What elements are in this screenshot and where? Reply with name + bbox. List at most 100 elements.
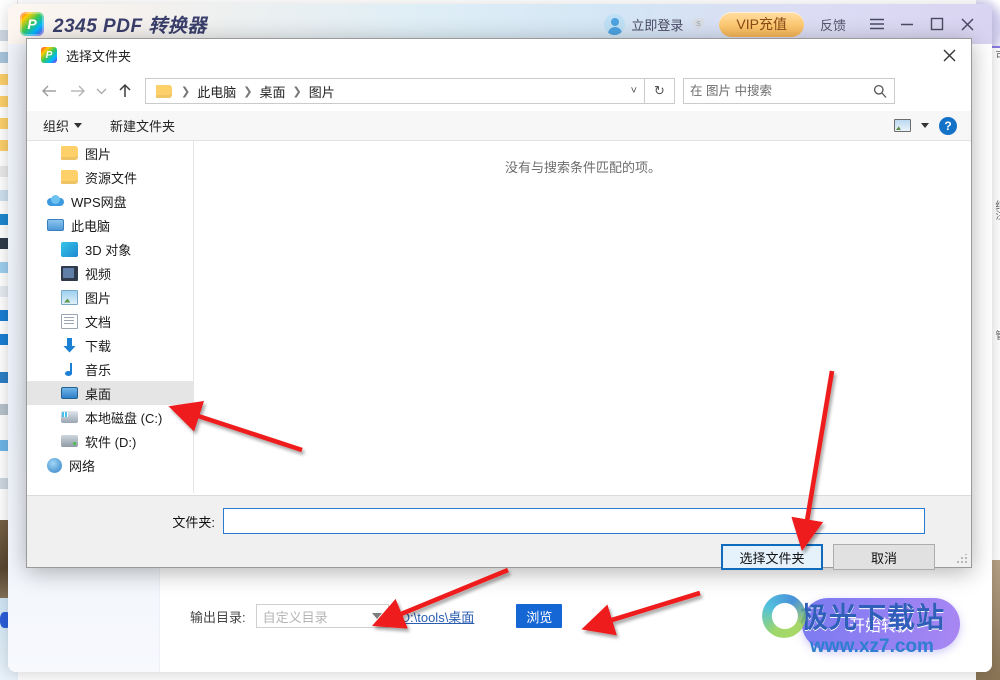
output-directory-label: 输出目录: xyxy=(190,609,246,625)
3d-objects-icon xyxy=(61,241,78,257)
tree-item-6[interactable]: 图片 xyxy=(27,285,193,309)
search-icon xyxy=(873,84,887,103)
local-disk-c-icon xyxy=(61,411,78,423)
tree-item-label: 本地磁盘 (C:) xyxy=(85,410,163,426)
breadcrumb-item-1[interactable]: 桌面 xyxy=(257,82,287,101)
view-options-chevron-down-icon[interactable] xyxy=(915,123,935,128)
screen: 可 结注 管 P 2345 PDF 转换器 立即登录 S VIP充值 反馈 输出… xyxy=(0,0,1000,680)
dialog-buttons: 选择文件夹 取消 xyxy=(721,544,935,570)
tree-item-10[interactable]: 桌面 xyxy=(27,381,193,405)
start-convert-button[interactable]: 开始转换 xyxy=(802,598,960,650)
tree-item-label: 资源文件 xyxy=(85,170,138,186)
login-label: 立即登录 xyxy=(631,17,684,33)
empty-list-message: 没有与搜索条件匹配的项。 xyxy=(504,160,661,175)
videos-icon xyxy=(61,265,78,281)
breadcrumb-separator: ❯ xyxy=(243,85,253,98)
output-directory-row: 输出目录: 自定义目录 D:\tools\桌面 浏览 xyxy=(190,604,563,628)
recent-locations-chevron-down-icon[interactable] xyxy=(91,77,111,105)
background-right-text: 管 xyxy=(993,330,1000,340)
dialog-app-icon: P xyxy=(41,47,57,63)
folder-icon xyxy=(156,84,172,98)
desktop-icon xyxy=(61,387,78,399)
dialog-title: 选择文件夹 xyxy=(66,48,132,64)
dialog-titlebar: P 选择文件夹 xyxy=(27,39,971,71)
chevron-down-icon xyxy=(371,613,382,619)
tree-item-label: 图片 xyxy=(85,290,112,306)
breadcrumb[interactable]: ❯ 此电脑 ❯ 桌面 ❯ 图片 ˅ xyxy=(145,78,645,104)
organize-menu[interactable]: 组织 xyxy=(35,116,90,135)
minimize-icon[interactable] xyxy=(892,10,922,38)
music-icon xyxy=(61,362,78,377)
feedback-button[interactable]: 反馈 xyxy=(820,15,846,34)
up-button[interactable] xyxy=(111,77,139,105)
folder-input[interactable] xyxy=(223,508,925,534)
app-bottom-bar: 输出目录: 自定义目录 D:\tools\桌面 浏览 开始转换 xyxy=(160,586,992,672)
breadcrumb-item-0[interactable]: 此电脑 xyxy=(195,82,238,101)
output-path-link[interactable]: D:\tools\桌面 xyxy=(401,607,475,626)
breadcrumb-separator: ❯ xyxy=(181,85,191,98)
navigation-tree: 图片 资源文件 WPS网盘 此电脑 3D 对象 视频 图片 文档 下载 音乐 桌面 本地磁盘 (C:)… xyxy=(27,141,194,493)
tree-item-label: 软件 (D:) xyxy=(85,434,137,450)
tree-item-11[interactable]: 本地磁盘 (C:) xyxy=(27,405,193,429)
tree-item-9[interactable]: 音乐 xyxy=(27,357,193,381)
cancel-button[interactable]: 取消 xyxy=(833,544,935,570)
tree-item-1[interactable]: 资源文件 xyxy=(27,165,193,189)
tree-item-2[interactable]: WPS网盘 xyxy=(27,189,193,213)
tree-item-label: 音乐 xyxy=(85,362,112,378)
refresh-icon[interactable]: ↻ xyxy=(645,78,675,104)
folder-field-label: 文件夹: xyxy=(172,514,215,530)
output-directory-select-value: 自定义目录 xyxy=(262,609,328,625)
tree-item-label: 视频 xyxy=(85,266,112,282)
tree-item-4[interactable]: 3D 对象 xyxy=(27,237,193,261)
app-logo-letter: P xyxy=(27,16,37,32)
dialog-close-icon[interactable] xyxy=(927,39,971,71)
search-input[interactable] xyxy=(690,84,868,98)
app-logo-icon: P xyxy=(20,12,44,36)
forward-button[interactable] xyxy=(63,77,91,105)
tree-item-label: 3D 对象 xyxy=(85,242,132,258)
avatar-icon xyxy=(604,13,626,35)
tree-item-12[interactable]: 软件 (D:) xyxy=(27,429,193,453)
new-folder-button[interactable]: 新建文件夹 xyxy=(102,116,183,135)
drive-d-icon xyxy=(61,435,78,447)
help-icon[interactable]: ? xyxy=(939,116,957,135)
tree-item-13[interactable]: 网络 xyxy=(27,453,193,477)
folder-icon xyxy=(61,170,78,184)
titlebar-actions: 立即登录 S VIP充值 反馈 xyxy=(604,10,992,38)
tree-item-label: 桌面 xyxy=(85,386,112,402)
tree-item-8[interactable]: 下载 xyxy=(27,333,193,357)
tree-item-7[interactable]: 文档 xyxy=(27,309,193,333)
select-folder-button[interactable]: 选择文件夹 xyxy=(721,544,823,570)
pictures-icon xyxy=(61,289,78,305)
tree-item-0[interactable]: 图片 xyxy=(27,141,193,165)
vip-recharge-button[interactable]: VIP充值 xyxy=(719,11,804,37)
background-right-text: 可 xyxy=(993,50,1000,60)
breadcrumb-item-2[interactable]: 图片 xyxy=(307,82,337,101)
documents-icon xyxy=(61,313,78,329)
tree-item-label: 图片 xyxy=(85,146,112,162)
command-bar-right: ? xyxy=(894,116,971,135)
tree-item-3[interactable]: 此电脑 xyxy=(27,213,193,237)
view-layout-icon[interactable] xyxy=(894,119,911,132)
tree-item-label: WPS网盘 xyxy=(71,194,127,210)
chevron-down-icon xyxy=(74,123,83,128)
browse-button[interactable]: 浏览 xyxy=(516,604,563,628)
maximize-icon[interactable] xyxy=(922,10,952,38)
dialog-footer: 文件夹: 选择文件夹 取消 xyxy=(27,495,971,570)
downloads-icon xyxy=(61,337,78,353)
output-directory-select[interactable]: 自定义目录 xyxy=(255,604,389,628)
resize-grip[interactable] xyxy=(957,554,967,564)
dialog-main-area: 图片 资源文件 WPS网盘 此电脑 3D 对象 视频 图片 文档 下载 音乐 桌面 本地磁盘 (C:)… xyxy=(27,141,971,529)
close-icon[interactable] xyxy=(952,10,982,38)
background-right-text: 结注 xyxy=(993,200,1000,220)
hamburger-icon[interactable] xyxy=(862,10,892,38)
login-button[interactable]: 立即登录 S xyxy=(604,13,706,35)
file-list[interactable]: 没有与搜索条件匹配的项。 xyxy=(195,141,971,493)
tree-item-5[interactable]: 视频 xyxy=(27,261,193,285)
search-box[interactable] xyxy=(683,78,895,104)
this-pc-icon xyxy=(47,219,64,231)
breadcrumb-chevron-down-icon[interactable]: ˅ xyxy=(631,85,637,97)
select-folder-dialog: P 选择文件夹 ❯ 此电脑 ❯ 桌面 ❯ 图片 ˅ ↻ 在 图片 中搜索 组织 … xyxy=(26,38,972,570)
back-button[interactable] xyxy=(35,77,63,105)
folder-icon xyxy=(61,146,78,160)
